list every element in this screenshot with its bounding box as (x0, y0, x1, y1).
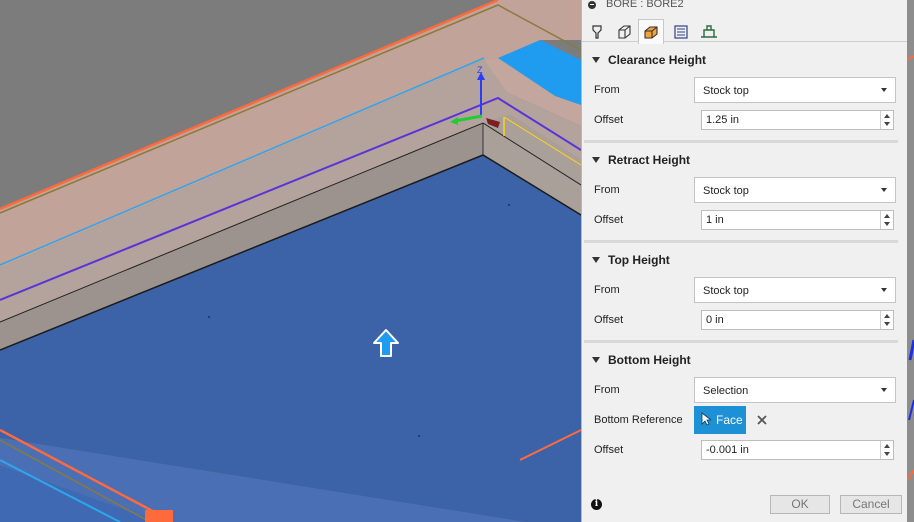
chevron-down-icon (881, 188, 887, 192)
tab-tool[interactable] (584, 20, 610, 44)
top-height-header[interactable]: Top Height (582, 250, 908, 270)
clearance-from-dropdown[interactable]: Stock top (694, 77, 896, 103)
top-offset-input[interactable]: 0 in (701, 310, 894, 330)
retract-height-header[interactable]: Retract Height (582, 150, 908, 170)
geometry-icon (618, 25, 631, 39)
bottom-reference-row: Bottom Reference Face (582, 406, 908, 434)
heights-icon (644, 26, 658, 39)
clearance-from-row: From Stock top (582, 77, 908, 103)
tab-geometry[interactable] (611, 20, 637, 44)
clearance-offset-row: Offset 1.25 in (582, 108, 908, 132)
collapse-icon[interactable] (588, 0, 596, 9)
spinner-arrows[interactable] (880, 111, 893, 129)
retract-from-row: From Stock top (582, 177, 908, 203)
collapse-triangle-icon (592, 257, 600, 263)
tool-icon (592, 25, 602, 39)
chevron-down-icon (881, 88, 887, 92)
retract-offset-row: Offset 1 in (582, 208, 908, 232)
section-divider (584, 140, 898, 143)
tab-linking[interactable] (696, 20, 722, 44)
section-bottom-height: Bottom Height (582, 350, 908, 370)
cancel-button[interactable]: Cancel (840, 495, 902, 514)
bottom-offset-row: Offset -0.001 in (582, 438, 908, 462)
dialog-titlebar: BORE : BORE2 (582, 0, 907, 10)
section-divider (584, 340, 898, 343)
spinner-arrows[interactable] (880, 441, 893, 459)
z-axis-label: Z (477, 65, 483, 75)
section-clearance-height: Clearance Height (582, 50, 908, 70)
spinner-arrows[interactable] (880, 211, 893, 229)
tab-heights[interactable] (638, 19, 664, 44)
bore-dialog: BORE : BORE2 Clearance Height From Stock… (581, 0, 907, 522)
top-from-dropdown[interactable]: Stock top (694, 277, 896, 303)
top-offset-row: Offset 0 in (582, 308, 908, 332)
model-view[interactable]: Z (0, 0, 581, 522)
section-top-height: Top Height (582, 250, 908, 270)
cursor-arrow-icon (701, 412, 711, 426)
chevron-down-icon (881, 288, 887, 292)
spinner-arrows[interactable] (880, 311, 893, 329)
dialog-footer: i OK Cancel (582, 487, 908, 522)
chevron-down-icon (881, 388, 887, 392)
bottom-from-dropdown[interactable]: Selection (694, 377, 896, 403)
section-divider (584, 240, 898, 243)
passes-icon (674, 25, 688, 39)
collapse-triangle-icon (592, 57, 600, 63)
info-icon[interactable]: i (591, 499, 602, 510)
dialog-tabs (582, 11, 907, 44)
collapse-triangle-icon (592, 157, 600, 163)
linking-icon (701, 25, 717, 38)
canvas-viewport[interactable]: Z (0, 0, 581, 522)
dialog-title: BORE : BORE2 (606, 0, 684, 10)
retract-offset-input[interactable]: 1 in (701, 210, 894, 230)
section-retract-height: Retract Height (582, 150, 908, 170)
viewport-right-edge (907, 0, 914, 522)
top-from-row: From Stock top (582, 277, 908, 303)
ok-button[interactable]: OK (770, 495, 830, 514)
collapse-triangle-icon (592, 357, 600, 363)
bottom-from-row: From Selection (582, 377, 908, 403)
bottom-height-header[interactable]: Bottom Height (582, 350, 908, 370)
clearance-offset-input[interactable]: 1.25 in (701, 110, 894, 130)
clearance-height-header[interactable]: Clearance Height (582, 50, 908, 70)
tab-passes[interactable] (668, 20, 694, 44)
bottom-offset-input[interactable]: -0.001 in (701, 440, 894, 460)
retract-from-dropdown[interactable]: Stock top (694, 177, 896, 203)
close-icon[interactable] (756, 414, 768, 426)
face-selection-button[interactable]: Face (694, 406, 746, 434)
